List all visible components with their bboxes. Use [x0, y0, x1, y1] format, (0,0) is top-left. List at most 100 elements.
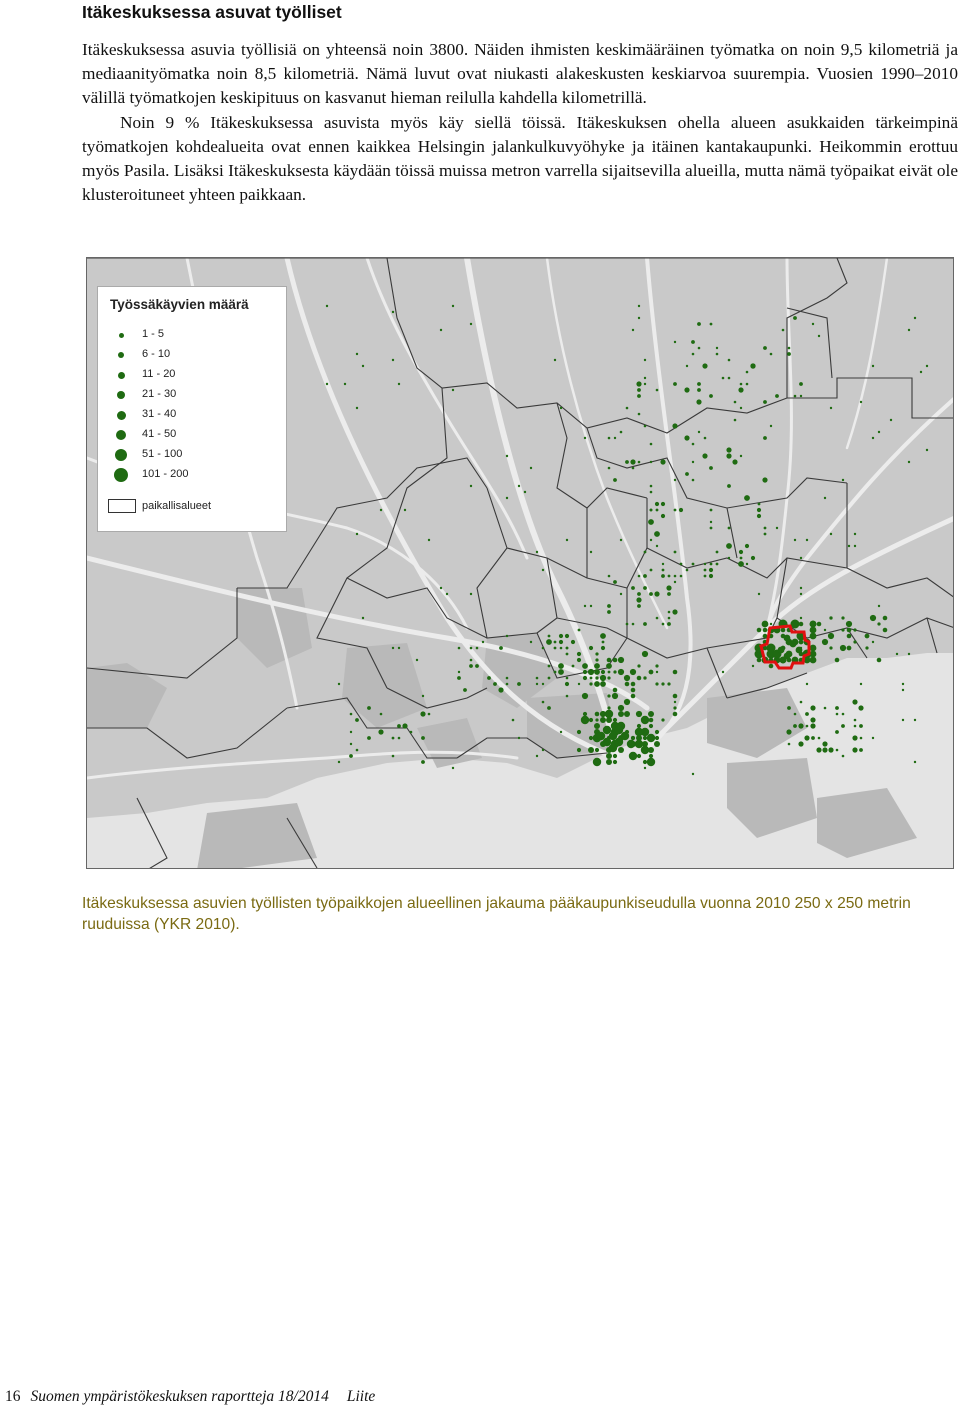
workplace-dot: [576, 651, 582, 657]
workplace-dot: [745, 562, 749, 566]
workplace-dot: [588, 645, 594, 651]
workplace-dot: [499, 646, 503, 650]
page-footer: 16 Suomen ympäristökeskuksen raportteja 1…: [5, 1388, 375, 1406]
workplace-dot: [559, 730, 563, 734]
workplace-dot: [822, 741, 828, 747]
workplace-dot: [777, 646, 785, 654]
workplace-dot: [769, 352, 773, 356]
workplace-dot: [511, 718, 515, 722]
workplace-dot: [607, 670, 611, 674]
workplace-dot: [654, 741, 660, 747]
workplace-dot: [853, 724, 857, 728]
workplace-dot: [505, 496, 509, 500]
workplace-dot: [673, 478, 677, 482]
workplace-dot: [684, 435, 690, 441]
workplace-dot: [859, 748, 863, 752]
workplace-dot: [612, 717, 618, 723]
workplace-dot: [727, 376, 731, 380]
workplace-dot: [535, 754, 539, 758]
workplace-dot: [691, 562, 695, 566]
workplace-dot: [846, 627, 852, 633]
workplace-dot: [834, 657, 840, 663]
workplace-dot: [637, 604, 641, 608]
workplace-dot: [643, 358, 647, 362]
workplace-dot: [757, 502, 761, 506]
workplace-dot: [614, 737, 624, 747]
workplace-dot: [612, 759, 618, 765]
workplace-dot: [535, 550, 539, 554]
workplace-dot: [745, 382, 749, 386]
workplace-dot: [835, 730, 839, 734]
workplace-dot: [565, 538, 569, 542]
workplace-dot: [882, 627, 888, 633]
workplace-dot: [624, 681, 630, 687]
workplace-dot: [445, 592, 449, 596]
workplace-dot: [631, 586, 635, 590]
workplace-dot: [505, 682, 509, 686]
section-heading: Itäkeskuksessa asuvat työlliset: [82, 2, 342, 22]
legend-dot-icon: [119, 333, 124, 338]
workplace-dot: [623, 674, 631, 682]
workplace-dot: [517, 682, 521, 686]
workplace-dot: [558, 669, 564, 675]
workplace-dot: [756, 507, 762, 513]
workplace-dot: [349, 742, 353, 746]
workplace-dot: [661, 568, 665, 572]
workplace-dot: [517, 736, 521, 740]
workplace-dot: [733, 400, 737, 404]
workplace-dot: [727, 556, 731, 560]
workplace-dot: [804, 735, 810, 741]
workplace-dot: [715, 352, 719, 356]
workplace-dot: [907, 328, 911, 332]
workplace-dot: [583, 436, 587, 440]
workplace-dot: [889, 418, 893, 422]
workplace-dot: [594, 681, 600, 687]
workplace-dot: [649, 592, 653, 596]
workplace-dot: [859, 736, 863, 740]
workplace-dot: [600, 645, 606, 651]
workplace-dot: [739, 556, 743, 560]
workplace-dot: [697, 388, 701, 392]
workplace-dot: [630, 735, 636, 741]
workplace-dot: [708, 573, 714, 579]
workplace-dot: [702, 453, 708, 459]
workplace-dot: [451, 766, 455, 770]
workplace-dot: [685, 364, 689, 368]
workplace-dot: [415, 658, 419, 662]
workplace-dot: [355, 352, 359, 356]
paragraph-2: Noin 9 % Itäkeskuksessa asuvista myös kä…: [82, 112, 958, 205]
workplace-dot: [613, 436, 617, 440]
workplace-dot: [637, 598, 641, 602]
workplace-dot: [727, 526, 731, 530]
workplace-dot: [709, 322, 713, 326]
workplace-dot: [751, 664, 755, 668]
workplace-dot: [925, 448, 929, 452]
workplace-dot: [901, 688, 905, 692]
workplace-dot: [739, 454, 743, 458]
workplace-dot: [628, 751, 638, 761]
workplace-dot: [630, 459, 636, 465]
workplace-dot: [337, 760, 341, 764]
workplace-dot: [871, 436, 875, 440]
workplace-dot: [852, 699, 858, 705]
legend-dot-icon: [115, 449, 127, 461]
workplace-dot: [655, 388, 659, 392]
workplace-dot: [649, 508, 653, 512]
workplace-dot: [841, 628, 845, 632]
workplace-dot: [541, 646, 545, 650]
workplace-dot: [582, 711, 588, 717]
workplace-dot: [325, 304, 329, 308]
workplace-dot: [821, 638, 829, 646]
workplace-dot: [614, 725, 624, 735]
workplace-dot: [787, 352, 791, 356]
workplace-dot: [703, 562, 707, 566]
workplace-dot: [577, 628, 581, 632]
workplace-dot: [325, 382, 329, 386]
workplace-dot: [795, 646, 803, 654]
legend-item: 51 - 100: [98, 447, 278, 465]
workplace-dot: [853, 718, 857, 722]
workplace-dot: [859, 682, 863, 686]
workplace-dot: [625, 406, 629, 410]
workplace-dot: [799, 616, 803, 620]
workplace-dot: [421, 760, 425, 764]
